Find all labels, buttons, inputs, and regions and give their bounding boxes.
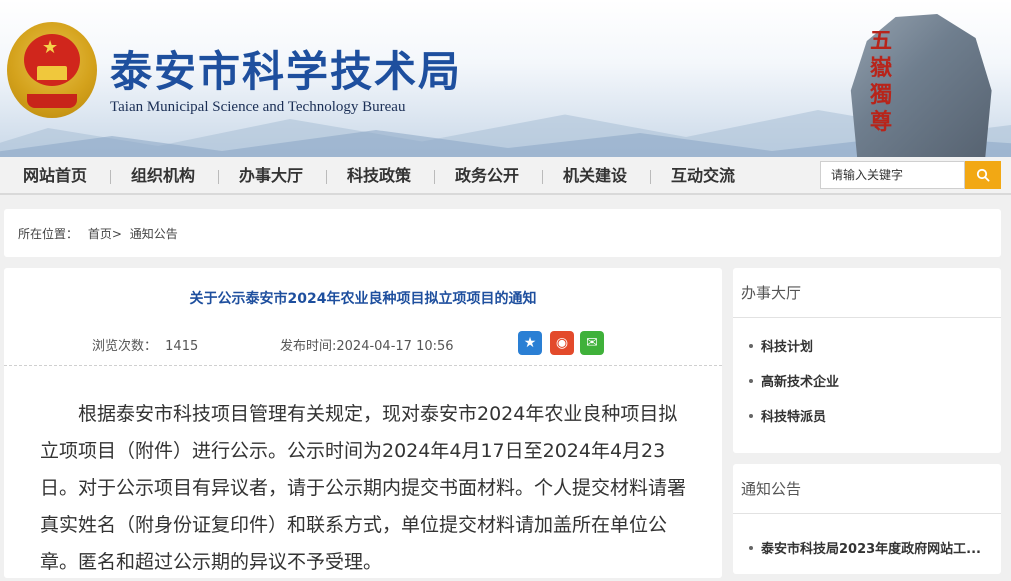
- bullet-icon: [749, 378, 753, 383]
- view-count-label: 浏览次数：: [92, 339, 158, 354]
- list-item-label[interactable]: 高新技术企业: [761, 375, 839, 390]
- article-body: 根据泰安市科技项目管理有关规定，现对泰安市2024年农业良种项目拟立项项目（附件…: [40, 403, 687, 573]
- site-title[interactable]: 泰安市科学技术局: [110, 38, 462, 99]
- nav-divider: [650, 170, 651, 184]
- list-item[interactable]: 泰安市科技局2023年度政府网站工...: [749, 532, 1001, 567]
- service-hall-list: 科技计划 高新技术企业 科技特派员: [733, 318, 1001, 435]
- breadcrumb-current[interactable]: 通知公告: [130, 227, 178, 241]
- breadcrumb-home-link[interactable]: 首页: [88, 227, 112, 241]
- nav-divider: [542, 170, 543, 184]
- nav-item-home[interactable]: 网站首页: [23, 157, 87, 195]
- article-title: 关于公示泰安市2024年农业良种项目拟立项项目的通知: [189, 291, 537, 307]
- nav-divider: [110, 170, 111, 184]
- breadcrumb-label: 所在位置：: [18, 227, 79, 241]
- site-header: ★ 泰安市科学技术局 Taian Municipal Science and T…: [0, 0, 1011, 157]
- nav-divider: [434, 170, 435, 184]
- rock-inscription: 五嶽獨尊: [869, 28, 892, 135]
- service-hall-title: 办事大厅: [733, 268, 1001, 318]
- breadcrumb: 所在位置： 首页> 通知公告: [4, 209, 1001, 257]
- nav-divider: [218, 170, 219, 184]
- view-count: 浏览次数： 1415: [92, 335, 198, 354]
- breadcrumb-separator: >: [111, 227, 122, 241]
- list-item[interactable]: 高新技术企业: [749, 365, 1001, 400]
- list-item[interactable]: 科技计划: [749, 330, 1001, 365]
- publish-time: 发布时间:2024-04-17 10:56: [280, 335, 454, 354]
- nav-divider: [326, 170, 327, 184]
- publish-time-label: 发布时间:: [280, 339, 337, 354]
- notices-panel: 通知公告 泰安市科技局2023年度政府网站工...: [733, 464, 1001, 574]
- taishan-rock-image: [850, 14, 992, 157]
- site-subtitle: Taian Municipal Science and Technology B…: [110, 99, 406, 115]
- list-item-label[interactable]: 泰安市科技局2023年度政府网站工...: [761, 542, 981, 557]
- search-icon: [976, 168, 990, 182]
- nav-item-agency-building[interactable]: 机关建设: [563, 157, 627, 195]
- nav-item-organization[interactable]: 组织机构: [131, 157, 195, 195]
- list-item-label[interactable]: 科技计划: [761, 340, 813, 355]
- bullet-icon: [749, 545, 753, 550]
- nav-item-interaction[interactable]: 互动交流: [671, 157, 735, 195]
- nav-item-policy[interactable]: 科技政策: [347, 157, 411, 195]
- bullet-icon: [749, 413, 753, 418]
- notices-title: 通知公告: [733, 464, 1001, 514]
- wechat-share-icon[interactable]: ✉: [580, 331, 604, 355]
- list-item[interactable]: 科技特派员: [749, 400, 1001, 435]
- notices-list: 泰安市科技局2023年度政府网站工...: [733, 514, 1001, 567]
- bullet-icon: [749, 343, 753, 348]
- view-count-value: 1415: [165, 339, 199, 354]
- qzone-share-icon[interactable]: ★: [518, 331, 542, 355]
- search-input[interactable]: 请输入关键字: [820, 161, 965, 189]
- weibo-share-icon[interactable]: ◉: [550, 331, 574, 355]
- article-divider: [4, 365, 722, 366]
- list-item-label[interactable]: 科技特派员: [761, 410, 826, 425]
- nav-item-service-hall[interactable]: 办事大厅: [239, 157, 303, 195]
- national-emblem-icon: ★: [7, 22, 97, 118]
- article-panel: 关于公示泰安市2024年农业良种项目拟立项项目的通知 浏览次数： 1415 发布…: [4, 268, 722, 578]
- search-button[interactable]: [965, 161, 1001, 189]
- publish-time-value: 2024-04-17 10:56: [336, 339, 454, 354]
- service-hall-panel: 办事大厅 科技计划 高新技术企业 科技特派员: [733, 268, 1001, 453]
- nav-item-gov-affairs[interactable]: 政务公开: [455, 157, 519, 195]
